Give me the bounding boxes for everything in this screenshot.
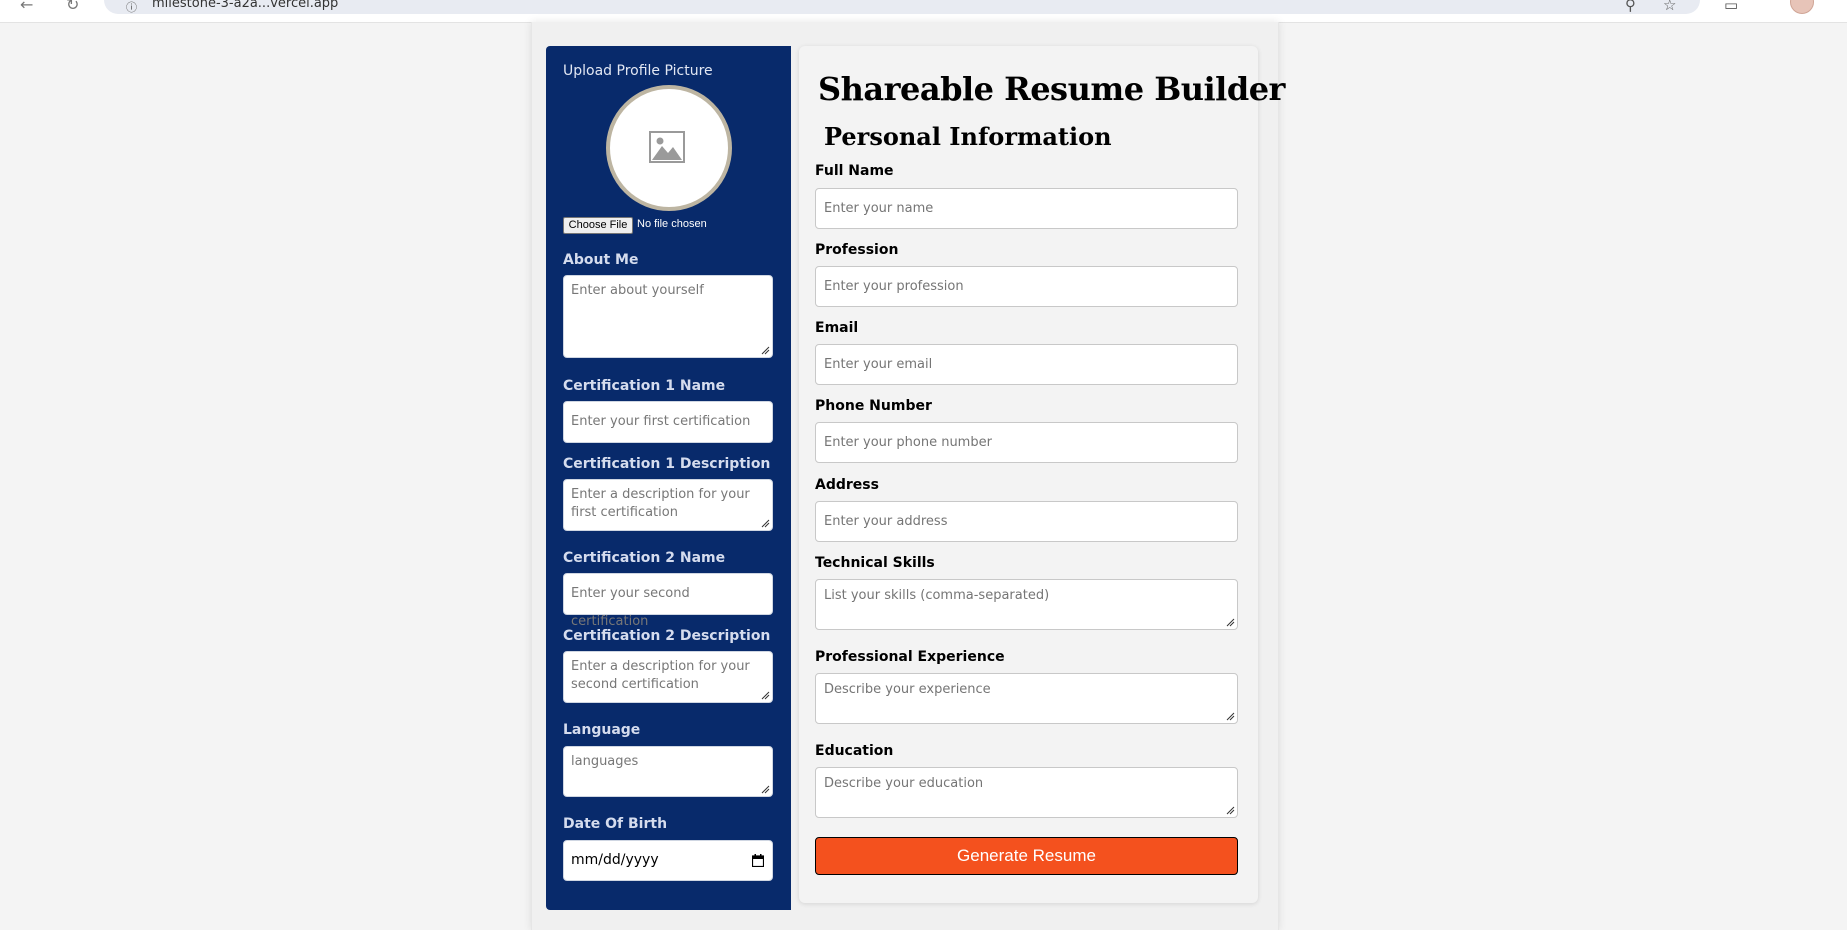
- address-input[interactable]: Enter your address: [815, 501, 1238, 542]
- technical-skills-placeholder: List your skills (comma-separated): [824, 588, 1050, 603]
- certification-2-name-label: Certification 2 Name: [563, 550, 726, 566]
- professional-experience-textarea[interactable]: Describe your experience: [815, 673, 1238, 724]
- resize-grip-icon[interactable]: [761, 691, 770, 700]
- address-label: Address: [815, 477, 879, 493]
- certification-1-description-textarea[interactable]: Enter a description for your first certi…: [563, 479, 773, 531]
- tab-search-icon[interactable]: ▭: [1724, 0, 1738, 14]
- certification-2-description-textarea[interactable]: Enter a description for your second cert…: [563, 651, 773, 703]
- resize-grip-icon[interactable]: [1226, 618, 1235, 627]
- about-me-textarea[interactable]: Enter about yourself: [563, 275, 773, 358]
- generate-resume-button[interactable]: Generate Resume: [815, 837, 1238, 875]
- certification-1-name-label: Certification 1 Name: [563, 378, 726, 394]
- back-icon[interactable]: ←: [20, 0, 33, 14]
- certification-1-name-input[interactable]: Enter your first certification: [563, 401, 773, 443]
- technical-skills-textarea[interactable]: List your skills (comma-separated): [815, 579, 1238, 630]
- date-of-birth-placeholder: mm/dd/yyyy: [571, 852, 659, 868]
- certification-1-name-placeholder: Enter your first certification: [571, 414, 751, 429]
- profile-picture-preview: [606, 85, 732, 211]
- phone-number-input[interactable]: Enter your phone number: [815, 422, 1238, 463]
- certification-2-description-label: Certification 2 Description: [563, 628, 771, 644]
- phone-number-placeholder: Enter your phone number: [824, 435, 992, 450]
- reload-icon[interactable]: ↻: [66, 0, 79, 14]
- file-status-text: No file chosen: [637, 218, 707, 230]
- email-label: Email: [815, 320, 859, 336]
- profession-placeholder: Enter your profession: [824, 279, 964, 294]
- professional-experience-placeholder: Describe your experience: [824, 682, 991, 697]
- language-label: Language: [563, 722, 641, 738]
- resize-grip-icon[interactable]: [761, 519, 770, 528]
- resize-grip-icon[interactable]: [761, 785, 770, 794]
- full-name-placeholder: Enter your name: [824, 201, 934, 216]
- profession-input[interactable]: Enter your profession: [815, 266, 1238, 307]
- phone-number-label: Phone Number: [815, 398, 932, 414]
- about-me-label: About Me: [563, 252, 639, 268]
- certification-1-description-placeholder: Enter a description for your first certi…: [571, 487, 750, 520]
- date-of-birth-input[interactable]: mm/dd/yyyy: [563, 840, 773, 881]
- full-name-input[interactable]: Enter your name: [815, 188, 1238, 229]
- resize-grip-icon[interactable]: [761, 346, 770, 355]
- browser-toolbar: ← ↻ ⓘ milestone-3-a2a...vercel.app ⚲ ☆ ▭: [0, 0, 1847, 23]
- technical-skills-label: Technical Skills: [815, 555, 935, 571]
- resize-grip-icon[interactable]: [1226, 712, 1235, 721]
- resize-grip-icon[interactable]: [1226, 806, 1235, 815]
- about-me-placeholder: Enter about yourself: [571, 283, 704, 298]
- calendar-icon[interactable]: [752, 854, 764, 867]
- bookmark-star-icon[interactable]: ☆: [1663, 0, 1676, 14]
- address-bar[interactable]: ⓘ milestone-3-a2a...vercel.app: [104, 0, 1700, 14]
- education-textarea[interactable]: Describe your education: [815, 767, 1238, 818]
- upload-profile-label: Upload Profile Picture: [563, 63, 713, 79]
- email-input[interactable]: Enter your email: [815, 344, 1238, 385]
- browser-profile-avatar[interactable]: [1790, 0, 1814, 14]
- profession-label: Profession: [815, 242, 899, 258]
- url-text[interactable]: milestone-3-a2a...vercel.app: [152, 0, 338, 11]
- page-title: Shareable Resume Builder: [818, 70, 1285, 108]
- email-placeholder: Enter your email: [824, 357, 933, 372]
- section-title: Personal Information: [824, 122, 1112, 151]
- language-textarea[interactable]: languages: [563, 746, 773, 797]
- date-of-birth-label: Date Of Birth: [563, 816, 668, 832]
- site-info-icon[interactable]: ⓘ: [126, 0, 137, 15]
- certification-1-description-label: Certification 1 Description: [563, 456, 771, 472]
- choose-file-button[interactable]: Choose File: [563, 217, 633, 234]
- education-placeholder: Describe your education: [824, 776, 984, 791]
- certification-2-description-placeholder: Enter a description for your second cert…: [571, 659, 750, 692]
- address-placeholder: Enter your address: [824, 514, 948, 529]
- certification-2-name-input[interactable]: Enter your second certification: [563, 573, 773, 629]
- full-name-label: Full Name: [815, 163, 894, 179]
- education-label: Education: [815, 743, 894, 759]
- language-placeholder: languages: [571, 754, 639, 769]
- image-placeholder-icon: [649, 131, 685, 163]
- zoom-icon[interactable]: ⚲: [1625, 0, 1636, 14]
- professional-experience-label: Professional Experience: [815, 649, 1005, 665]
